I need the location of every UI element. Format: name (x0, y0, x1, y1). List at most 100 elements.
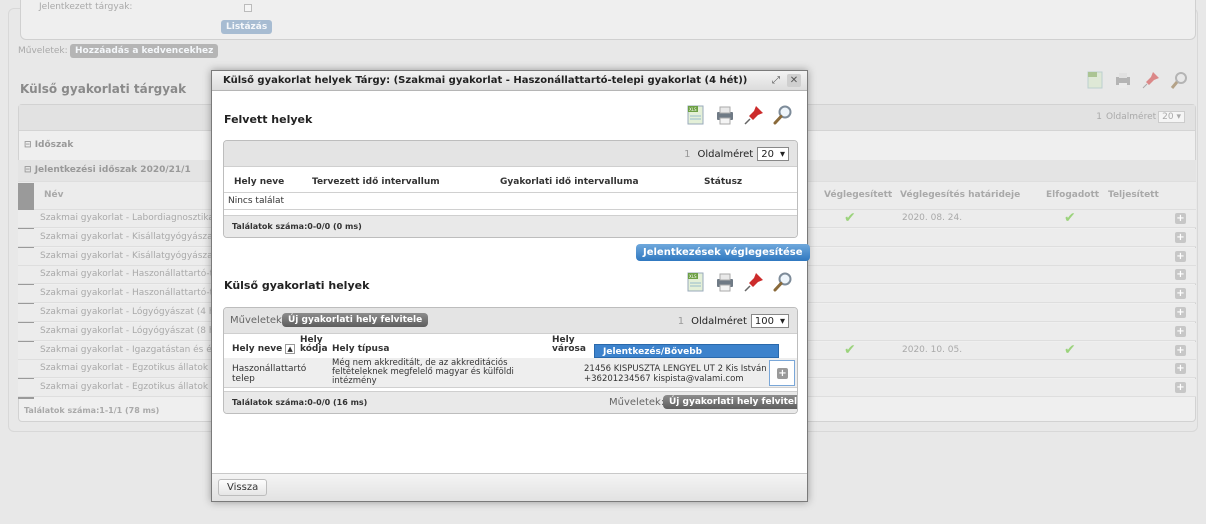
grid1-page-number[interactable]: 1 (684, 149, 690, 160)
excel-icon[interactable]: XLS (685, 104, 707, 126)
listazas-button[interactable]: Listázás (221, 20, 273, 34)
bg-row-name[interactable]: Szakmai gyakorlat - Haszonállattartó-tel… (40, 269, 227, 279)
bg-row-hatarido: 2020. 08. 24. (902, 213, 963, 223)
grid2-page-number[interactable]: 1 (678, 316, 684, 327)
section2-toolbar: XLS (685, 271, 794, 293)
grid2-pager: 1 Oldalméret 100 ▾ (678, 314, 789, 328)
dialog-title: Külső gyakorlat helyek Tárgy: (Szakmai g… (223, 75, 748, 86)
print-icon[interactable] (1113, 70, 1133, 90)
bg-pager: 1 Oldalméret 20 ▾ (1096, 111, 1185, 123)
col-hatarideje[interactable]: Véglegesítés határideje (900, 190, 1020, 200)
grid1-talalatok: Találatok száma:0-0/0 (0 ms) (232, 222, 362, 231)
bg-row-name[interactable]: Szakmai gyakorlat - Haszonállattartó-tel… (40, 288, 227, 298)
plus-icon[interactable]: + (1175, 325, 1186, 337)
col-elfogadott[interactable]: Elfogadott (1046, 190, 1099, 200)
kedvencek-button[interactable]: Hozzáadás a kedvencekhez (70, 44, 219, 58)
grid1-footer: Találatok száma:0-0/0 (0 ms) (224, 215, 797, 237)
col-nev[interactable]: Név (44, 190, 64, 200)
bg-oldalmeret-select[interactable]: 20 ▾ (1158, 111, 1185, 123)
plus-icon[interactable]: + (1175, 344, 1186, 356)
print-icon[interactable] (714, 104, 736, 126)
col-statusz[interactable]: Státusz (704, 177, 742, 187)
grid1-pager: 1 Oldalméret 20 ▾ (684, 147, 789, 161)
col-hely-varosa[interactable]: Hely városa (552, 336, 586, 354)
felvett-helyek-title: Felvett helyek (224, 113, 313, 126)
table-row[interactable]: Haszonállattartó telep Még nem akkreditá… (224, 358, 797, 388)
pin-icon[interactable] (1141, 70, 1161, 90)
finalize-button[interactable]: Jelentkezések véglegesítése (636, 244, 810, 261)
excel-icon[interactable] (1085, 70, 1105, 90)
plus-icon[interactable]: + (1175, 213, 1186, 224)
svg-text:XLS: XLS (689, 107, 697, 112)
bg-row-name[interactable]: Szakmai gyakorlat - Egzotikus állatok gy (40, 382, 222, 392)
grid2-muveletek-label: Műveletek: (230, 315, 286, 326)
search-icon[interactable] (772, 104, 794, 126)
felvett-helyek-grid: 1 Oldalméret 20 ▾ Hely neve Tervezett idő… (223, 140, 798, 238)
col-hely-neve[interactable]: Hely neve (234, 177, 284, 187)
row-address: 21456 KISPUSZTA LENGYEL UT 2 Kis István (584, 364, 767, 374)
plus-icon[interactable]: + (1175, 363, 1186, 375)
col-gyakorlati[interactable]: Gyakorlati idő intervalluma (500, 177, 639, 187)
bg-row-name[interactable]: Szakmai gyakorlat - Lógyógyászat (8 hét (40, 326, 224, 336)
bg-row-name[interactable]: Szakmai gyakorlat - Lógyógyászat (4 hét (40, 307, 224, 317)
bg-row-hatarido: 2020. 10. 05. (902, 344, 963, 355)
check-icon: ✔ (1064, 341, 1076, 358)
bg-row-name[interactable]: Szakmai gyakorlat - Kisállatgyógyászat ( (40, 232, 223, 242)
plus-icon[interactable]: + (1175, 382, 1186, 394)
print-icon[interactable] (714, 271, 736, 293)
jelentkezett-checkbox[interactable] (244, 4, 252, 12)
col-tervezett[interactable]: Tervezett idő intervallum (312, 177, 440, 187)
grid2-footer: Találatok száma:0-0/0 (16 ms) Műveletek:… (224, 391, 797, 413)
expand-row-button[interactable]: + (769, 360, 795, 386)
col-hely-kodja[interactable]: Hely kódja (300, 336, 328, 354)
empty-text: Nincs találat (228, 196, 285, 206)
grid2-topbar: Műveletek: Új gyakorlati hely felvitele … (224, 308, 797, 334)
grid1-oldalmeret-label: Oldalméret (697, 148, 754, 160)
dialog-footer: Vissza (212, 473, 807, 501)
grid1-oldalmeret-select[interactable]: 20 ▾ (757, 147, 789, 161)
col-hely-neve-sort[interactable]: Hely neve ▲ (232, 344, 295, 354)
check-icon: ✔ (844, 210, 856, 226)
col-teljesitett[interactable]: Teljesített (1108, 190, 1159, 200)
bg-talalatok: Találatok száma:1-1/1 (78 ms) (24, 406, 160, 415)
foot-new-place-button[interactable]: Új gyakorlati hely felvitele (663, 395, 797, 409)
bg-row-name[interactable]: Szakmai gyakorlat - Labordiagnosztika (40, 213, 214, 223)
col-veglegesitett[interactable]: Véglegesített (824, 190, 892, 200)
excel-icon[interactable]: XLS (685, 271, 707, 293)
row-name: Haszonállattartó telep (232, 364, 307, 384)
bg-row-name[interactable]: Szakmai gyakorlat - Igazgatástan és élel (40, 345, 222, 355)
grid2-oldalmeret-label: Oldalméret (691, 315, 747, 327)
bg-row-name[interactable]: Szakmai gyakorlat - Kisállatgyógyászat ( (40, 251, 223, 261)
plus-icon[interactable]: + (1175, 250, 1186, 262)
maximize-icon[interactable]: ⤢ (769, 74, 783, 87)
search-icon[interactable] (772, 271, 794, 293)
plus-icon[interactable]: + (1175, 269, 1186, 281)
grid2-oldalmeret-select[interactable]: 100 ▾ (750, 314, 789, 328)
plus-icon: + (777, 368, 788, 379)
plus-icon[interactable]: + (1175, 231, 1186, 243)
empty-row: Nincs találat (224, 192, 797, 210)
pin-icon[interactable] (743, 104, 765, 126)
jelentkezes-dropdown[interactable]: Jelentkezés/Bővebb (594, 344, 779, 358)
kulso-helyek-title: Külső gyakorlati helyek (224, 279, 370, 292)
check-icon: ✔ (844, 341, 856, 358)
plus-icon[interactable]: + (1175, 307, 1186, 318)
sort-asc-icon[interactable]: ▲ (285, 344, 295, 354)
new-place-button[interactable]: Új gyakorlati hely felvitele (282, 313, 429, 327)
bg-row-name[interactable]: Szakmai gyakorlat - Egzotikus állatok gy (40, 363, 222, 373)
col-hely-tipusa[interactable]: Hely típusa (332, 344, 389, 354)
plus-icon[interactable]: + (1175, 288, 1186, 300)
bg-toolbar-icons (1085, 70, 1189, 90)
vissza-button[interactable]: Vissza (218, 479, 268, 496)
row-contact: +36201234567 kispista@valami.com (584, 374, 744, 384)
idoszak-header[interactable]: ⊟ Időszak (24, 140, 73, 150)
pin-icon[interactable] (743, 271, 765, 293)
kulso-helyek-grid: Műveletek: Új gyakorlati hely felvitele … (223, 307, 798, 414)
close-icon[interactable]: ✕ (787, 74, 801, 87)
grid2-talalatok: Találatok száma:0-0/0 (16 ms) (232, 398, 368, 407)
search-icon[interactable] (1169, 70, 1189, 90)
helyek-dialog: Külső gyakorlat helyek Tárgy: (Szakmai g… (211, 70, 810, 502)
svg-text:XLS: XLS (689, 274, 697, 279)
check-icon: ✔ (1064, 210, 1076, 226)
dialog-header[interactable]: Külső gyakorlat helyek Tárgy: (Szakmai g… (212, 71, 807, 91)
